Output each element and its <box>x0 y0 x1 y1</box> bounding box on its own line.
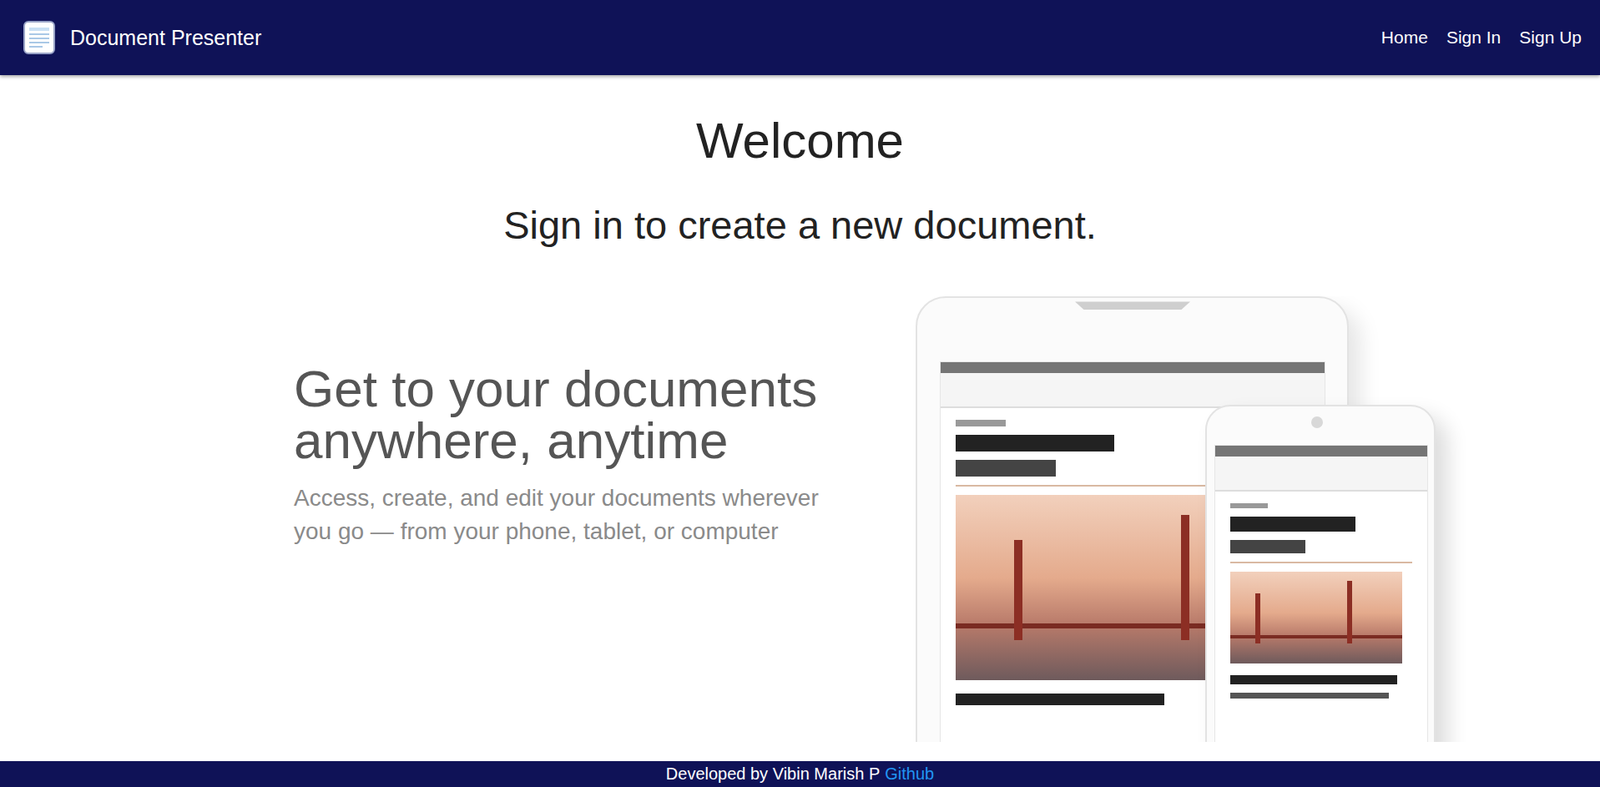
text-line <box>1230 516 1356 532</box>
text-line <box>955 434 1115 452</box>
text-line <box>1230 692 1389 699</box>
toolbar <box>1215 456 1428 492</box>
hero-text-block: Get to your documents anywhere, anytime A… <box>293 296 845 762</box>
github-link[interactable]: Github <box>884 764 934 784</box>
bridge-tower <box>1181 514 1190 641</box>
bridge-tower <box>1255 593 1261 644</box>
hero-section: Get to your documents anywhere, anytime A… <box>0 296 1600 762</box>
bridge-tower <box>1014 540 1023 641</box>
text-line <box>1230 503 1268 509</box>
tablet-speaker <box>1075 301 1191 310</box>
status-bar <box>940 362 1325 374</box>
main-content: Welcome Sign in to create a new document.… <box>0 75 1600 762</box>
brand-title: Document Presenter <box>70 25 262 51</box>
phone-camera <box>1311 416 1323 429</box>
text-line <box>955 459 1056 477</box>
divider <box>1230 561 1413 564</box>
text-line <box>955 693 1165 706</box>
welcome-heading: Welcome <box>696 111 904 172</box>
text-line <box>955 419 1006 427</box>
nav-link[interactable]: Home <box>1381 27 1429 48</box>
text-line <box>1230 675 1398 685</box>
photo-block <box>955 494 1207 681</box>
footer: Developed by Vibin Marish PGithub <box>0 761 1600 787</box>
status-bar <box>1215 445 1428 457</box>
hero-title: Get to your documents anywhere, anytime <box>293 363 845 467</box>
toolbar <box>940 373 1325 409</box>
photo-block <box>1230 571 1403 664</box>
bridge-deck <box>955 623 1207 629</box>
devices-illustration <box>915 296 1467 742</box>
phone-illustration <box>1205 404 1436 742</box>
nav-link[interactable]: Sign Up <box>1519 27 1582 48</box>
signin-prompt: Sign in to create a new document. <box>503 201 1097 249</box>
hero-description: Access, create, and edit your documents … <box>293 481 845 547</box>
text-line <box>1230 540 1306 554</box>
footer-credit: Developed by Vibin Marish P <box>666 764 880 784</box>
nav-link[interactable]: Sign In <box>1446 27 1501 48</box>
navbar: Document Presenter Home Sign In Sign Up <box>0 0 1600 76</box>
document-icon <box>23 20 56 55</box>
brand-link[interactable]: Document Presenter <box>23 20 262 55</box>
document-preview <box>1215 491 1428 711</box>
nav-links: Home Sign In Sign Up <box>1381 27 1582 48</box>
phone-screen <box>1214 444 1429 742</box>
bridge-tower <box>1347 580 1353 644</box>
